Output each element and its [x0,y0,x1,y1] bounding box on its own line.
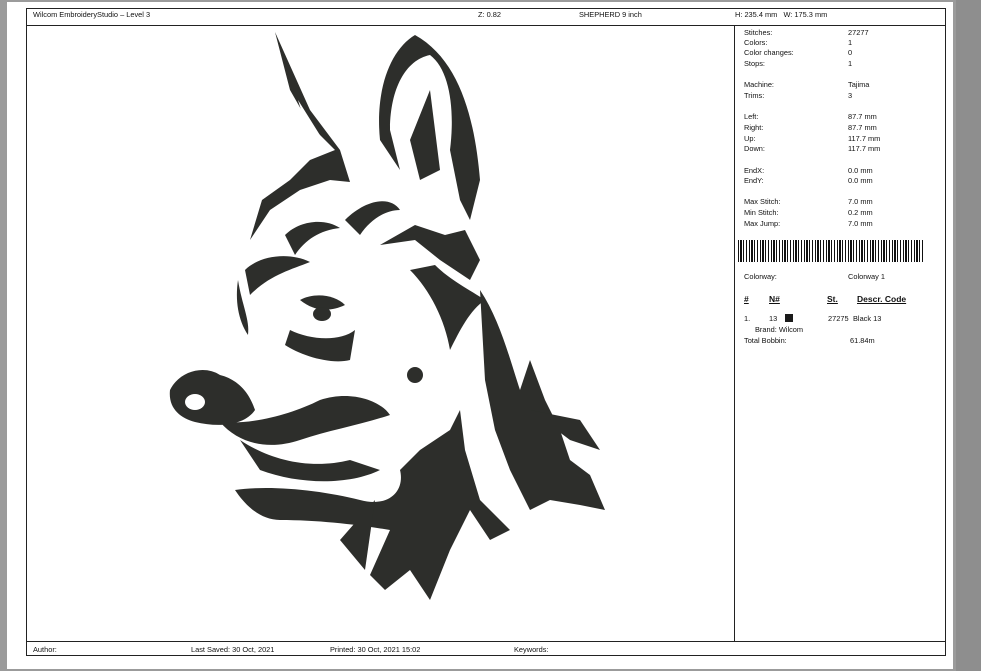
color-changes-label: Color changes: [744,48,794,57]
up-value: 117.7 mm [848,134,881,143]
col-header-st: St. [827,294,838,304]
max-stitch-value: 7.0 mm [848,197,873,206]
col-header-descr: Descr. Code [857,294,907,304]
max-jump-label: Max Jump: [744,219,781,228]
endx-label: EndX: [744,166,765,175]
keywords: Keywords: [514,645,549,654]
trims-value: 3 [848,91,853,100]
header-divider [26,25,946,26]
max-stitch-label: Max Stitch: [744,197,781,206]
col-header-n: N# [769,294,780,304]
right-label: Right: [744,123,764,132]
min-stitch-value: 0.2 mm [848,208,873,217]
zoom-level: Z: 0.82 [478,10,502,19]
info-panel-divider [734,25,735,642]
design-dimensions: H: 235.4 mm W: 175.3 mm [735,10,828,19]
endy-value: 0.0 mm [848,176,873,185]
row-st: 27275 [828,314,849,323]
down-value: 117.7 mm [848,144,881,153]
total-bobbin-label: Total Bobbin: [744,336,787,345]
left-ear-shape [250,32,350,240]
colors-label: Colors: [744,38,768,47]
machine-label: Machine: [744,80,774,89]
design-name: SHEPHERD 9 inch [579,10,642,19]
footer-divider [26,641,946,642]
colorway-value: Colorway 1 [848,272,885,281]
printed-date: Printed: 30 Oct, 2021 15:02 [330,645,421,654]
colorway-label: Colorway: [744,272,777,281]
total-bobbin-value: 61.84m [850,336,875,345]
row-descr: Black 13 [853,314,882,323]
down-label: Down: [744,144,765,153]
barcode [738,240,924,262]
min-stitch-label: Min Stitch: [744,208,779,217]
col-header-num: # [744,294,749,304]
endy-label: EndY: [744,176,764,185]
row-n: 13 [769,314,778,323]
color-changes-value: 0 [848,48,853,57]
right-value: 87.7 mm [848,123,877,132]
brand: Brand: Wilcom [755,325,804,334]
author: Author: [33,645,57,654]
up-label: Up: [744,134,756,143]
left-value: 87.7 mm [848,112,877,121]
stitches-value: 27277 [848,28,869,37]
stitches-label: Stitches: [744,28,773,37]
machine-value: Tajima [848,80,870,89]
stops-value: 1 [848,59,853,68]
colors-value: 1 [848,38,853,47]
stops-label: Stops: [744,59,765,68]
last-saved: Last Saved: 30 Oct, 2021 [191,645,275,654]
app-title: Wilcom EmbroideryStudio – Level 3 [33,10,151,19]
endx-value: 0.0 mm [848,166,873,175]
color-swatch [785,314,793,322]
row-num: 1. [744,314,751,323]
max-jump-value: 7.0 mm [848,219,873,228]
inner-ear-shape [410,90,440,180]
trims-label: Trims: [744,91,765,100]
shepherd-dog-embroidery-design [169,32,605,600]
left-label: Left: [744,112,759,121]
vertical-scrollbar[interactable] [956,0,981,671]
